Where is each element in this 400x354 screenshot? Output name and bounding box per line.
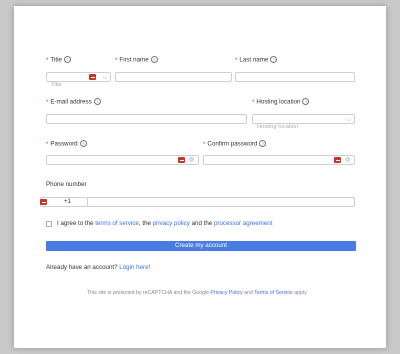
login-prompt: Already have an account? Login here! — [46, 264, 151, 271]
agree-checkbox[interactable] — [46, 221, 52, 227]
key-icon[interactable] — [40, 199, 47, 205]
country-code-select[interactable]: +1 — [40, 197, 88, 207]
title-select[interactable]: Title ⌵ — [46, 72, 111, 88]
country-code: +1 — [64, 199, 71, 205]
confirm-password-label: * Confirm password? — [203, 140, 267, 149]
eye-icon[interactable]: ◎ — [189, 156, 194, 164]
email-label: * E-mail address? — [46, 98, 101, 107]
key-icon[interactable] — [89, 74, 96, 80]
key-icon[interactable] — [334, 157, 341, 163]
required-asterisk: * — [46, 98, 49, 106]
login-link[interactable]: Login here! — [119, 264, 150, 271]
help-icon[interactable]: ? — [79, 140, 87, 147]
password-label: * Password? — [46, 140, 87, 149]
required-asterisk: * — [115, 56, 118, 64]
google-terms-link[interactable]: Terms of Service — [254, 290, 293, 296]
last-name-input[interactable] — [235, 72, 355, 82]
hosting-select[interactable]: Hosting location ⌵ — [252, 114, 355, 130]
help-icon[interactable]: ? — [150, 56, 158, 63]
key-icon[interactable] — [178, 157, 185, 163]
required-asterisk: * — [235, 56, 238, 64]
help-icon[interactable]: ? — [302, 98, 310, 105]
first-name-label: * First name? — [115, 56, 158, 65]
required-asterisk: * — [46, 140, 49, 148]
chevron-down-icon: ⌵ — [102, 75, 107, 81]
terms-of-service-link[interactable]: terms of service — [95, 220, 139, 227]
agree-text: I agree to the terms of service, the pri… — [57, 220, 273, 227]
first-name-input[interactable] — [115, 72, 232, 82]
create-account-button[interactable]: Create my account — [46, 241, 356, 251]
phone-label: Phone number — [46, 181, 87, 188]
processor-agreement-link[interactable]: processor agreement — [214, 220, 272, 227]
chevron-down-icon: ⌵ — [346, 117, 351, 123]
recaptcha-notice: This site is protected by reCAPTCHA and … — [87, 290, 308, 296]
required-asterisk: * — [203, 140, 206, 148]
confirm-password-input[interactable]: ◎ — [203, 155, 355, 165]
help-icon[interactable]: ? — [259, 140, 267, 147]
required-asterisk: * — [252, 98, 255, 106]
title-label: * Title? — [46, 56, 71, 65]
privacy-policy-link[interactable]: privacy policy — [153, 220, 190, 227]
registration-card: * Title? * First name? * Last name? Title ⌵… — [14, 6, 386, 348]
help-icon[interactable]: ? — [93, 98, 101, 105]
last-name-label: * Last name? — [235, 56, 278, 65]
password-input[interactable]: ◎ — [46, 155, 199, 165]
email-input[interactable] — [46, 114, 247, 124]
help-icon[interactable]: ? — [63, 56, 71, 63]
phone-input[interactable] — [87, 197, 355, 207]
required-asterisk: * — [46, 56, 49, 64]
google-privacy-link[interactable]: Privacy Policy — [210, 290, 242, 296]
hosting-label: * Hosting location? — [252, 98, 310, 107]
eye-icon[interactable]: ◎ — [345, 156, 350, 164]
help-icon[interactable]: ? — [270, 56, 278, 63]
